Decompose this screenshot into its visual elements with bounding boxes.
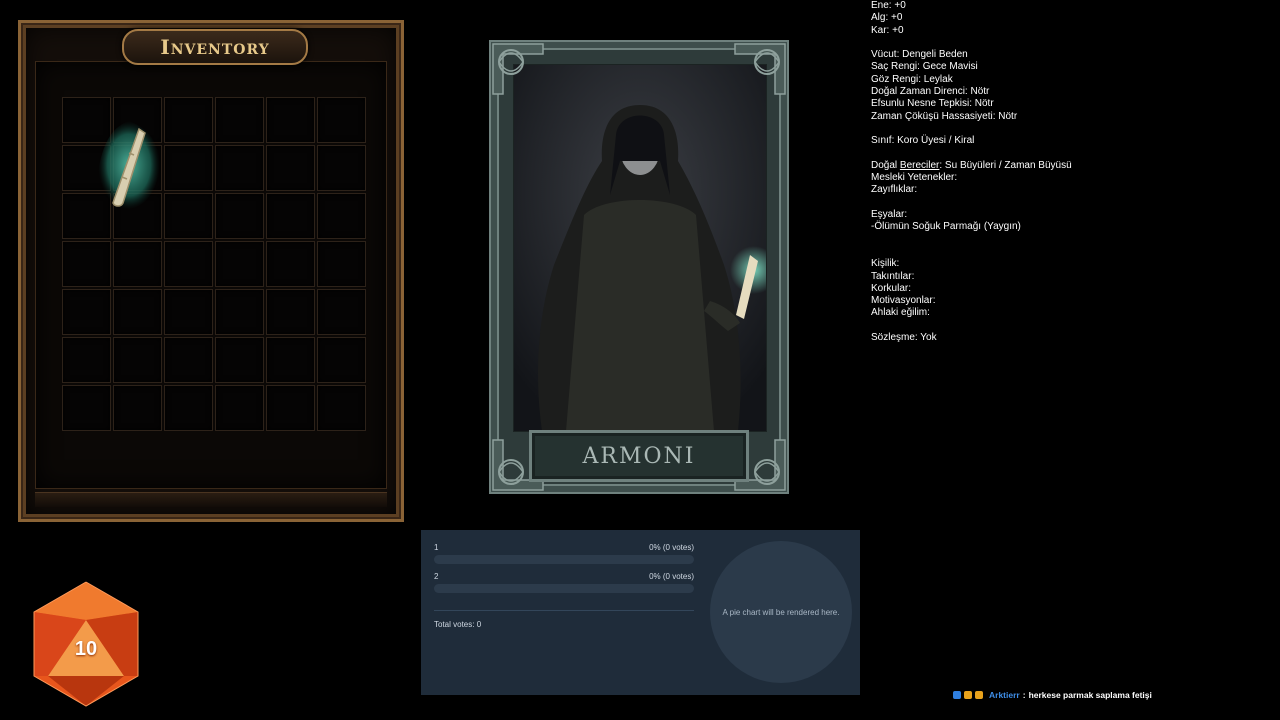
inventory-slot[interactable] <box>266 97 315 143</box>
stat-line: Eşyalar: <box>871 209 908 221</box>
inventory-title: Inventory <box>160 35 270 59</box>
stat-line: Motivasyonlar: <box>871 295 936 307</box>
stat-line: Kar: +0 <box>871 24 904 36</box>
stat-spacer <box>871 148 1271 160</box>
inventory-slot[interactable] <box>164 385 213 431</box>
inventory-slot[interactable] <box>266 241 315 287</box>
stat-line: Kişilik: <box>871 258 900 270</box>
dice-value: 10 <box>74 638 98 660</box>
character-stats: Ene: +0 Alg: +0 Kar: +0 Vücut: Dengeli Bede… <box>871 0 1271 344</box>
inventory-slot[interactable] <box>164 289 213 335</box>
poll-pie-placeholder: A pie chart will be rendered here. <box>710 541 852 683</box>
stat-line: Zaman Çöküşü Hassasiyeti: Nötr <box>871 110 1018 122</box>
stat-line: Doğal Zaman Direnci: Nötr <box>871 86 990 98</box>
inventory-slot[interactable] <box>164 145 213 191</box>
inventory-slot[interactable] <box>317 193 366 239</box>
inventory-slot[interactable] <box>62 241 111 287</box>
inventory-slot[interactable] <box>215 241 264 287</box>
poll-option-percent: 0% (0 votes) <box>649 572 694 581</box>
stat-line: Doğal Bereciler: Su Büyüleri / Zaman Büy… <box>871 159 1072 171</box>
character-name-plate: ARMONI <box>529 430 749 482</box>
chat-badge-icon <box>975 691 983 699</box>
stat-line: Göz Rengi: Leylak <box>871 73 953 85</box>
stat-spacer <box>871 37 1271 49</box>
stat-line: Mesleki Yetenekler: <box>871 172 958 184</box>
poll-option-bar <box>434 584 694 593</box>
stat-line: Saç Rengi: Gece Mavisi <box>871 61 978 73</box>
stat-spacer <box>871 320 1271 332</box>
stat-line: Vücut: Dengeli Beden <box>871 49 968 61</box>
celtic-knot-icon <box>734 43 786 95</box>
stat-spacer <box>871 234 1271 246</box>
stat-line: Korkular: <box>871 282 912 294</box>
inventory-title-plate: Inventory <box>122 29 308 65</box>
celtic-knot-icon <box>492 43 544 95</box>
inventory-slot[interactable] <box>266 145 315 191</box>
poll-total-votes: Total votes: 0 <box>434 620 482 629</box>
poll-option-label: 1 <box>434 543 439 552</box>
stat-spacer <box>871 123 1271 135</box>
inventory-slot[interactable] <box>113 289 162 335</box>
inventory-slot[interactable] <box>266 193 315 239</box>
stat-line: Takıntılar: <box>871 270 915 282</box>
stat-line: Sözleşme: Yok <box>871 332 937 344</box>
inventory-bottom-bar <box>35 492 387 507</box>
inventory-slot[interactable] <box>62 385 111 431</box>
chat-badge-icon <box>964 691 972 699</box>
bone-finger-icon[interactable] <box>93 119 165 213</box>
inventory-slot[interactable] <box>215 337 264 383</box>
inventory-slot[interactable] <box>164 193 213 239</box>
chat-badge-icon <box>953 691 961 699</box>
inventory-slot[interactable] <box>164 241 213 287</box>
inventory-slot[interactable] <box>164 97 213 143</box>
chat-text: herkese parmak saplama fetişi <box>1028 690 1152 700</box>
inventory-slot[interactable] <box>317 385 366 431</box>
inventory-slot[interactable] <box>164 337 213 383</box>
inventory-slot[interactable] <box>113 241 162 287</box>
d20-dice[interactable]: 10 <box>30 580 142 708</box>
stat-spacer <box>871 197 1271 209</box>
inventory-slot[interactable] <box>317 241 366 287</box>
poll-widget: 1 0% (0 votes) 2 0% (0 votes) Total vote… <box>421 530 860 695</box>
inventory-slot[interactable] <box>215 145 264 191</box>
stat-line: -Ölümün Soğuk Parmağı (Yaygın) <box>871 221 1021 233</box>
inventory-slot[interactable] <box>113 337 162 383</box>
poll-option-label: 2 <box>434 572 439 581</box>
inventory-panel: Inventory <box>18 20 404 522</box>
chat-separator: : <box>1022 690 1026 700</box>
stat-line: Zayıflıklar: <box>871 184 918 196</box>
poll-option-bar <box>434 555 694 564</box>
inventory-slot[interactable] <box>266 289 315 335</box>
poll-divider <box>434 610 694 611</box>
character-portrait <box>513 64 767 432</box>
inventory-slot[interactable] <box>266 337 315 383</box>
stat-spacer <box>871 246 1271 258</box>
inventory-slot[interactable] <box>113 385 162 431</box>
inventory-slot[interactable] <box>266 385 315 431</box>
poll-option-percent: 0% (0 votes) <box>649 543 694 552</box>
inventory-slot[interactable] <box>317 337 366 383</box>
poll-pie-text: A pie chart will be rendered here. <box>722 607 840 617</box>
character-name: ARMONI <box>582 443 696 469</box>
inventory-slot[interactable] <box>215 385 264 431</box>
stat-line: Sınıf: Koro Üyesi / Kiral <box>871 135 975 147</box>
chat-message: Arktierr : herkese parmak saplama fetişi <box>953 689 1152 701</box>
inventory-slot[interactable] <box>317 289 366 335</box>
chat-username[interactable]: Arktierr <box>989 690 1020 700</box>
inventory-slot[interactable] <box>215 193 264 239</box>
stat-line: Alg: +0 <box>871 12 903 24</box>
inventory-slot[interactable] <box>215 289 264 335</box>
inventory-slot[interactable] <box>62 337 111 383</box>
inventory-slot[interactable] <box>317 97 366 143</box>
stat-line: Efsunlu Nesne Tepkisi: Nötr <box>871 98 994 110</box>
character-card: ARMONI <box>489 40 789 494</box>
stat-line: Ene: +0 <box>871 0 906 11</box>
stat-line: Ahlaki eğilim: <box>871 307 930 319</box>
inventory-slot[interactable] <box>62 289 111 335</box>
inventory-slot[interactable] <box>215 97 264 143</box>
inventory-slot[interactable] <box>317 145 366 191</box>
